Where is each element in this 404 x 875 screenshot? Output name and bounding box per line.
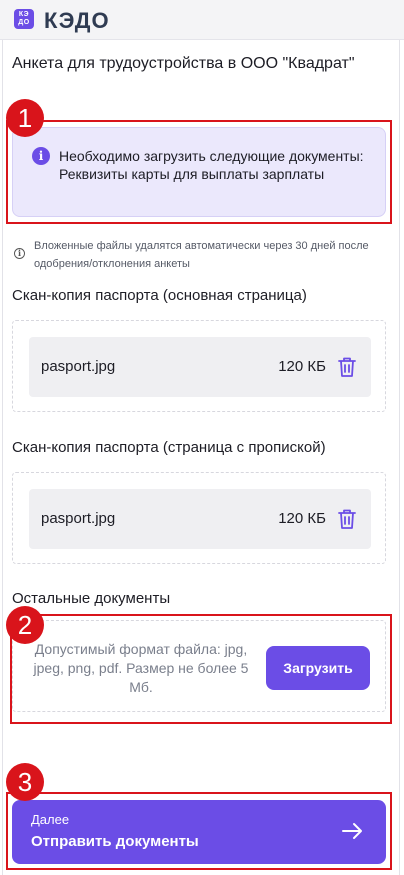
info-small-icon: i <box>14 248 25 259</box>
file-name: pasport.jpg <box>41 358 116 375</box>
file-row: pasport.jpg 120 КБ <box>29 337 371 397</box>
annotation-box-2 <box>10 614 392 724</box>
annotation-marker-2: 2 <box>6 606 44 644</box>
trash-icon[interactable] <box>337 508 357 530</box>
page-title: Анкета для трудоустройства в ООО "Квадра… <box>12 55 355 72</box>
trash-icon[interactable] <box>337 356 357 378</box>
annotation-box-1 <box>6 120 392 224</box>
app-logo: КЭДО <box>44 8 110 33</box>
section-title-passport-main: Скан-копия паспорта (основная страница) <box>12 287 307 304</box>
file-name: pasport.jpg <box>41 510 116 527</box>
top-bar: КЭ ДО КЭДО <box>0 0 404 40</box>
file-row: pasport.jpg 120 КБ <box>29 489 371 549</box>
passport-main-dropzone[interactable]: pasport.jpg 120 КБ <box>12 320 386 412</box>
annotation-box-3 <box>6 792 392 870</box>
logo-badge-icon: КЭ ДО <box>14 9 34 29</box>
section-title-passport-registration: Скан-копия паспорта (страница с прописко… <box>12 439 326 456</box>
file-size: 120 КБ <box>278 358 326 375</box>
section-title-other-documents: Остальные документы <box>12 590 171 607</box>
auto-delete-note: Вложенные файлы удалятся автоматически ч… <box>34 240 369 270</box>
passport-registration-dropzone[interactable]: pasport.jpg 120 КБ <box>12 472 386 564</box>
annotation-marker-1: 1 <box>6 99 44 137</box>
file-size: 120 КБ <box>278 510 326 527</box>
annotation-marker-3: 3 <box>6 763 44 801</box>
